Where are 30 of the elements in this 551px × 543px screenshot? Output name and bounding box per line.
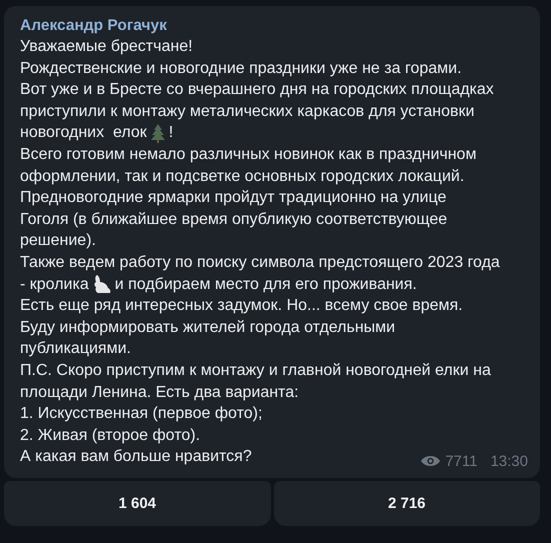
- tree-icon: [150, 123, 166, 144]
- message-text: площади Ленина. Есть два варианта:: [20, 382, 299, 402]
- vote-button[interactable]: 1 604: [4, 480, 270, 526]
- message-text: публикациями.: [20, 339, 131, 360]
- message-time: 13:30: [490, 452, 528, 470]
- message-text: приступили к монтажу металических каркасов для установки: [20, 102, 474, 122]
- eye-icon: [421, 455, 440, 468]
- message-text: Буду информировать жителей города отдельными: [20, 318, 396, 338]
- message-text: Предновогодние ярмарки пройдут традиционно на улице: [20, 188, 446, 208]
- message-text: Также ведем работу по поиску символа предстоящего 2023 года: [20, 252, 500, 273]
- message-text: Есть еще ряд интересных задумок. Но... всему свое время.: [20, 296, 463, 316]
- message-text: решение).: [20, 231, 96, 252]
- message-text: оформлении, так и подсветке основных городских локаций.: [20, 166, 464, 187]
- message-text: Всего готовим немало различных новинок как в праздничном: [20, 144, 476, 165]
- message-text: П.С. Скоро приступим к монтажу и главной новогодней елки на: [20, 360, 491, 381]
- message-text: - кролика: [20, 274, 89, 295]
- message-text: 1. Искусственная (первое фото);: [20, 404, 262, 424]
- view-count: 7711: [445, 452, 478, 470]
- vote-button[interactable]: 2 716: [274, 480, 540, 526]
- message-text: !: [168, 123, 174, 144]
- message-text: Вот уже и в Бресте со вчерашнего дня на городских площадках: [20, 80, 494, 100]
- message-text: и подбираем место для его проживания.: [114, 274, 417, 295]
- author-name: Александр Рогачук: [20, 16, 168, 36]
- message-text: Гоголя (в ближайшее время опубликую соответствующее: [20, 210, 448, 230]
- message-text: А какая вам больше нравится?: [20, 447, 252, 468]
- message-text: 2. Живая (второе фото).: [20, 426, 200, 446]
- message-text: Уважаемые брестчане!: [20, 37, 193, 57]
- rabbit-icon: [92, 274, 112, 294]
- message-text: Рождественские и новогодние праздники уже не за горами.: [20, 58, 462, 79]
- message-text: новогодних елок: [20, 123, 147, 144]
